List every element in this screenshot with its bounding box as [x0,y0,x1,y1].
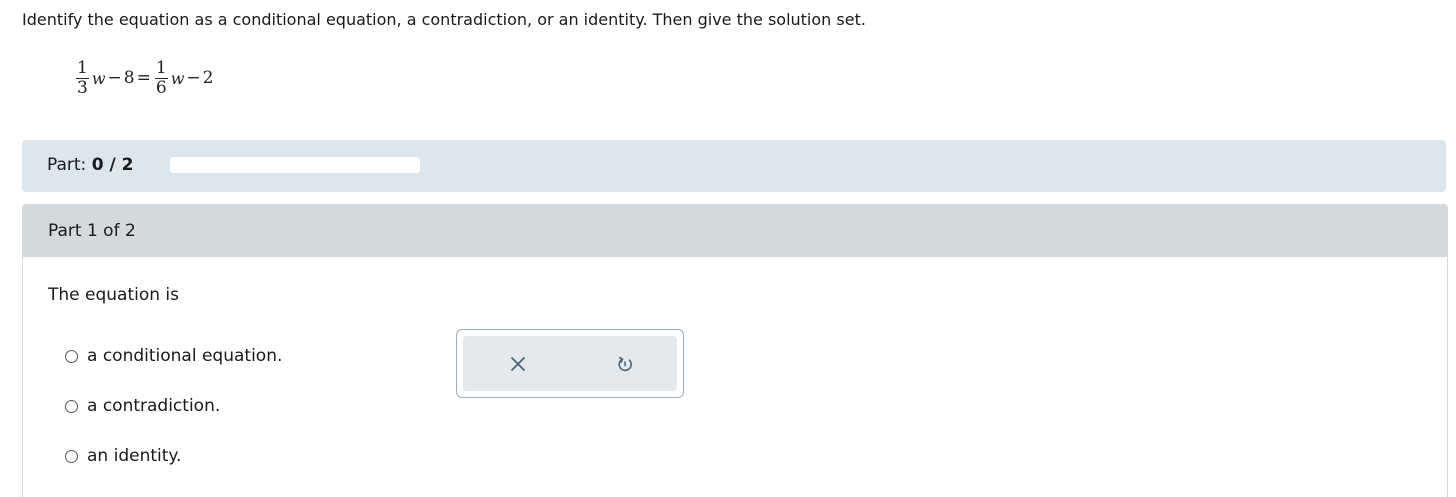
close-icon [511,357,525,371]
right-fraction-denominator: 6 [155,77,167,98]
progress-banner: Part: 0 / 2 [22,140,1446,192]
equation: 1 3 w − 8 = 1 6 w − 2 [74,52,213,104]
option-contradiction[interactable]: a contradiction. [65,396,220,416]
option-conditional-equation[interactable]: a conditional equation. [65,346,282,366]
right-variable: w [170,68,185,88]
option-identity[interactable]: an identity. [65,446,181,466]
left-fraction-numerator: 1 [77,57,88,78]
progress-value: 0 / 2 [91,155,134,175]
page: Identify the equation as a conditional e… [0,0,1456,497]
right-constant: 2 [202,68,214,88]
right-fraction: 1 6 [154,57,169,98]
progress-label: Part: 0 / 2 [47,155,133,175]
right-operator: − [186,68,201,88]
question-text: The equation is [48,285,180,305]
part-header: Part 1 of 2 [23,205,1447,257]
left-fraction-denominator: 3 [77,77,88,98]
answer-tools-inner [463,336,677,391]
option-label: a conditional equation. [87,346,283,366]
left-constant: 8 [123,68,135,88]
part-card: Part 1 of 2 The equation is a conditiona… [22,204,1448,497]
equals-sign: = [136,68,151,88]
radio-button[interactable] [65,399,78,413]
progress-label-prefix: Part: [47,155,87,175]
undo-button[interactable] [613,352,637,376]
left-variable: w [91,68,106,88]
option-label: a contradiction. [87,396,221,416]
radio-button[interactable] [65,349,78,363]
problem-prompt: Identify the equation as a conditional e… [22,10,866,29]
left-fraction: 1 3 [75,57,90,98]
option-label: an identity. [87,446,182,466]
progress-bar [170,157,420,173]
part-header-label: Part 1 of 2 [48,221,136,241]
right-fraction-numerator: 1 [155,57,167,78]
radio-button[interactable] [65,449,78,463]
undo-icon [618,356,632,372]
answer-tools [456,329,684,398]
left-operator: − [107,68,122,88]
clear-button[interactable] [506,352,530,376]
